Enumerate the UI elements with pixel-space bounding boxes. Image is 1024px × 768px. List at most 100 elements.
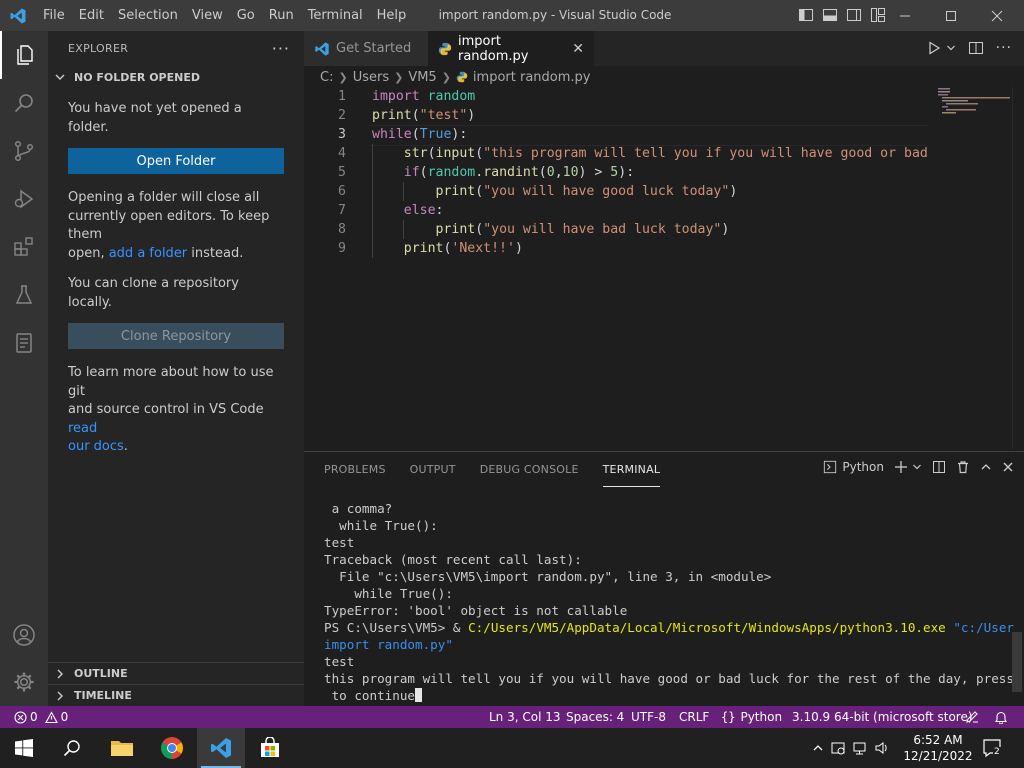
code-text: str(input("this program will tell you if… bbox=[403, 146, 928, 161]
code-line[interactable]: 2 print("test") bbox=[304, 106, 928, 125]
encoding[interactable]: UTF-8 bbox=[631, 706, 666, 728]
split-terminal-icon[interactable] bbox=[932, 460, 946, 474]
minimap[interactable] bbox=[936, 87, 1012, 117]
terminal-line: File "c:\Users\VM5\import random.py", li… bbox=[324, 569, 772, 584]
chrome-icon[interactable] bbox=[148, 728, 196, 768]
tab-output[interactable]: OUTPUT bbox=[410, 452, 456, 487]
tab-problems[interactable]: PROBLEMS bbox=[324, 452, 386, 487]
outline-section-header[interactable]: OUTLINE bbox=[48, 662, 304, 684]
run-debug-icon[interactable] bbox=[0, 175, 48, 223]
add-folder-link[interactable]: add a folder bbox=[109, 246, 187, 261]
extensions-icon[interactable] bbox=[0, 223, 48, 271]
learn-text-line3: our docs. bbox=[68, 438, 284, 457]
menu-edit[interactable]: Edit bbox=[72, 0, 111, 31]
code-line[interactable]: 7 else: bbox=[304, 201, 928, 220]
notification-center-icon[interactable]: 2 bbox=[982, 738, 1002, 758]
tab-import-random-py[interactable]: import random.py ✕ bbox=[428, 31, 594, 66]
search-icon[interactable] bbox=[0, 79, 48, 127]
close-tab-icon[interactable]: ✕ bbox=[572, 41, 584, 57]
terminal-dropdown-chevron-icon[interactable] bbox=[912, 462, 922, 472]
no-folder-section-header[interactable]: NO FOLDER OPENED bbox=[48, 66, 304, 88]
tray-chevron-up-icon[interactable] bbox=[812, 742, 824, 754]
breadcrumb-users[interactable]: Users bbox=[353, 70, 389, 85]
code-line[interactable]: 1 import random bbox=[304, 87, 928, 106]
python-interpreter[interactable]: 3.10.9 64-bit (microsoft store) bbox=[792, 706, 973, 728]
indentation[interactable]: Spaces: 4 bbox=[566, 706, 624, 728]
code-line[interactable]: 6 print("you will have good luck today") bbox=[304, 182, 928, 201]
read-docs-link-part1[interactable]: read bbox=[68, 421, 97, 436]
terminal-output[interactable]: a comma? while True(): test Traceback (m… bbox=[324, 500, 1014, 704]
new-terminal-plus-icon[interactable] bbox=[894, 460, 908, 474]
tray-app-icon[interactable] bbox=[830, 740, 846, 756]
toggle-primary-sidebar-icon[interactable] bbox=[798, 7, 814, 23]
terminal-line: Traceback (most recent call last): bbox=[324, 552, 582, 567]
menu-go[interactable]: Go bbox=[230, 0, 262, 31]
accounts-icon[interactable] bbox=[0, 611, 48, 659]
code-text: else: bbox=[403, 203, 444, 218]
toggle-panel-icon[interactable] bbox=[822, 7, 838, 23]
language-mode[interactable]: {} Python bbox=[721, 706, 782, 728]
volume-icon[interactable] bbox=[874, 740, 890, 756]
terminal-line: TypeError: 'bool' object is not callable bbox=[324, 603, 628, 618]
problems-status[interactable]: 0 0 bbox=[14, 706, 68, 728]
menu-view[interactable]: View bbox=[185, 0, 230, 31]
menu-selection[interactable]: Selection bbox=[111, 0, 185, 31]
more-actions-icon[interactable]: ··· bbox=[272, 39, 290, 58]
code-line[interactable]: 5 if(random.randint(0,10) > 5): bbox=[304, 163, 928, 182]
more-editor-actions-icon[interactable]: ··· bbox=[996, 40, 1012, 56]
taskbar-clock[interactable]: 6:52 AM 12/21/2022 bbox=[900, 732, 976, 764]
chevron-right-icon: ❯ bbox=[338, 70, 348, 84]
manage-gear-icon[interactable] bbox=[0, 658, 48, 706]
minimize-icon[interactable] bbox=[882, 0, 928, 31]
code-line[interactable]: 4 str(input("this program will tell you … bbox=[304, 144, 928, 163]
tab-get-started[interactable]: Get Started bbox=[304, 31, 428, 66]
breadcrumb-drive[interactable]: C: bbox=[320, 70, 333, 85]
open-folder-button[interactable]: Open Folder bbox=[68, 148, 284, 174]
testing-icon[interactable] bbox=[0, 271, 48, 319]
toggle-secondary-sidebar-icon[interactable] bbox=[846, 7, 862, 23]
terminal-exe-path: C:/Users/VM5/AppData/Local/Microsoft/Win… bbox=[468, 620, 954, 635]
close-panel-icon[interactable] bbox=[1002, 461, 1014, 473]
terminal-shell-selector[interactable]: Python bbox=[823, 460, 884, 474]
run-python-file-icon[interactable] bbox=[926, 40, 942, 56]
tab-terminal[interactable]: TERMINAL bbox=[602, 452, 661, 487]
maximize-panel-chevron-up-icon[interactable] bbox=[980, 461, 992, 473]
breadcrumb-vm5[interactable]: VM5 bbox=[408, 70, 436, 85]
menu-terminal[interactable]: Terminal bbox=[301, 0, 370, 31]
network-icon[interactable] bbox=[852, 740, 868, 756]
breadcrumb-file[interactable]: import random.py bbox=[473, 70, 591, 85]
cursor-position[interactable]: Ln 3, Col 13 bbox=[489, 706, 561, 728]
maximize-icon[interactable] bbox=[928, 0, 974, 31]
microsoft-store-icon[interactable] bbox=[246, 728, 294, 768]
line-number: 7 bbox=[338, 203, 346, 218]
menu-run[interactable]: Run bbox=[262, 0, 301, 31]
chevron-down-icon bbox=[54, 71, 68, 83]
source-control-icon[interactable] bbox=[0, 127, 48, 175]
run-dropdown-chevron-icon[interactable] bbox=[946, 43, 956, 53]
code-line[interactable]: 9 print('Next!!') bbox=[304, 239, 928, 258]
timeline-section-header[interactable]: TIMELINE bbox=[48, 684, 304, 706]
split-editor-icon[interactable] bbox=[968, 40, 984, 56]
opening-text-line1: Opening a folder will close all bbox=[68, 190, 260, 205]
code-line[interactable]: 8 print("you will have bad luck today") bbox=[304, 220, 928, 239]
kill-terminal-trash-icon[interactable] bbox=[956, 460, 970, 474]
explorer-icon[interactable] bbox=[0, 31, 48, 79]
read-docs-link-part2[interactable]: our docs bbox=[68, 439, 124, 454]
line-endings[interactable]: CRLF bbox=[679, 706, 709, 728]
clone-repository-button[interactable]: Clone Repository bbox=[68, 323, 284, 349]
remote-explorer-icon[interactable] bbox=[0, 319, 48, 367]
tab-debug-console[interactable]: DEBUG CONSOLE bbox=[480, 452, 579, 487]
language-label: Python bbox=[740, 710, 783, 724]
file-explorer-folder-icon[interactable] bbox=[98, 728, 146, 768]
explorer-header: EXPLORER ··· bbox=[48, 31, 304, 66]
code-line[interactable]: 3 while(True): bbox=[304, 125, 928, 146]
terminal-scrollbar[interactable] bbox=[1012, 632, 1022, 692]
windows-start-icon[interactable] bbox=[0, 728, 48, 768]
taskbar-search-icon[interactable] bbox=[48, 728, 96, 768]
menu-file[interactable]: File bbox=[36, 0, 72, 31]
indent-guide bbox=[403, 182, 404, 201]
vscode-taskbar-icon[interactable] bbox=[197, 728, 245, 768]
editor-scrollbar[interactable] bbox=[1012, 87, 1024, 449]
close-window-icon[interactable] bbox=[974, 0, 1020, 31]
code-editor[interactable]: 1 import random 2 print("test") 3 while(True)… bbox=[304, 87, 928, 449]
